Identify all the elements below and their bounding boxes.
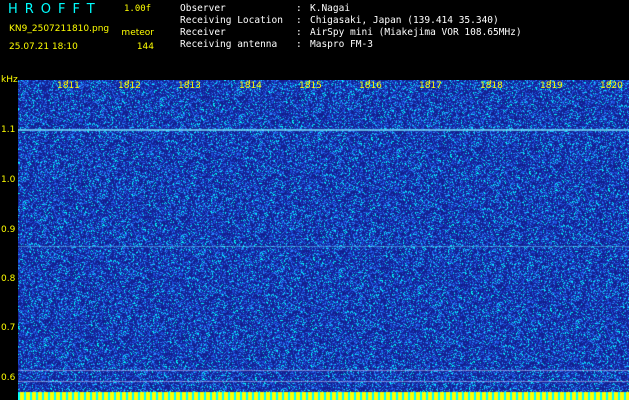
x-tick-label: 1814 xyxy=(239,81,262,91)
app-version: 1.00f xyxy=(124,4,152,14)
info-row-antenna: Receiving antenna: Maspro FM-3 xyxy=(180,39,373,50)
y-tick-label: 0.6 xyxy=(1,373,16,383)
x-tick-label: 1817 xyxy=(419,81,442,91)
waterfall-plot xyxy=(18,80,629,400)
y-tick-label: 1.1 xyxy=(1,125,16,135)
y-tick-label: 1.0 xyxy=(1,175,16,185)
x-tick-label: 1813 xyxy=(178,81,201,91)
date-time: 25.07.21 18:10 xyxy=(9,42,78,52)
info-key: Receiving antenna xyxy=(180,39,278,50)
app-title: HROFFT xyxy=(8,2,102,17)
info-key: Receiving Location xyxy=(180,15,283,26)
station-info: Observer: K.Nagai Receiving Location: Chig… xyxy=(180,3,522,51)
file-name: KN9_2507211810.png xyxy=(9,24,110,34)
x-tick-label: 1819 xyxy=(540,81,563,91)
waterfall-canvas xyxy=(18,80,629,400)
x-tick-label: 1811 xyxy=(57,81,80,91)
info-value: Maspro FM-3 xyxy=(310,39,373,50)
x-tick-label: 1812 xyxy=(118,81,141,91)
x-tick-label: 1818 xyxy=(480,81,503,91)
y-tick-label: 0.8 xyxy=(1,274,16,284)
x-tick-label: 1816 xyxy=(359,81,382,91)
info-key: Observer xyxy=(180,3,226,14)
mode-label: meteor xyxy=(121,28,154,38)
x-tick-label: 1815 xyxy=(299,81,322,91)
y-tick-label: 0.9 xyxy=(1,225,16,235)
info-row-location: Receiving Location: Chigasaki, Japan (139… xyxy=(180,15,499,26)
y-axis-unit: kHz xyxy=(1,75,18,85)
info-row-observer: Observer: K.Nagai xyxy=(180,3,351,14)
info-value: Chigasaki, Japan (139.414 35.340) xyxy=(310,15,499,26)
event-count: 144 xyxy=(136,42,154,52)
x-tick-label: 1820 xyxy=(600,81,623,91)
info-value: AirSpy mini (Miakejima VOR 108.65MHz) xyxy=(310,27,522,38)
info-key: Receiver xyxy=(180,27,226,38)
info-row-receiver: Receiver: AirSpy mini (Miakejima VOR 108.… xyxy=(180,27,522,38)
y-tick-label: 0.7 xyxy=(1,323,16,333)
info-value: K.Nagai xyxy=(310,3,351,14)
